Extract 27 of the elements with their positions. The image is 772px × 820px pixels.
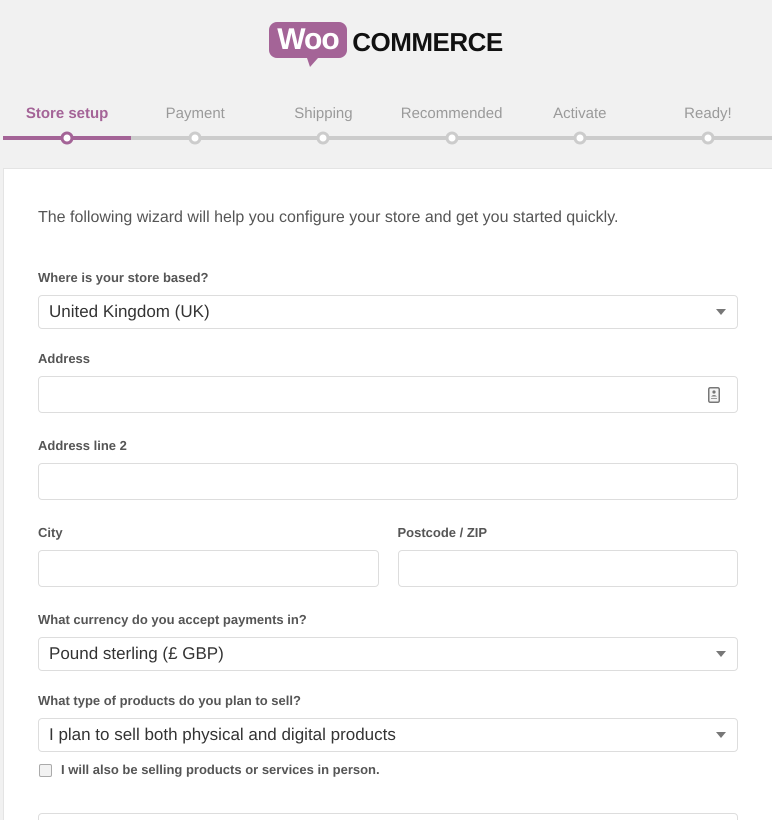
dropdown-select[interactable]: United Kingdom (UK): [38, 295, 738, 329]
field-label: What type of products do you plan to sell?: [38, 692, 301, 710]
logo-wordmark: COMMERCE: [352, 27, 503, 57]
step-label[interactable]: Payment: [166, 104, 225, 124]
step-label[interactable]: Shipping: [294, 104, 353, 124]
checkbox[interactable]: [39, 764, 52, 776]
field-label: Where is your store based?: [38, 269, 208, 287]
caret-down-icon: [716, 651, 726, 657]
input-field[interactable]: [398, 550, 738, 587]
caret-down-icon: [716, 309, 726, 315]
field-label: Address line 2: [38, 437, 127, 455]
step-label[interactable]: Ready!: [684, 104, 732, 124]
field-label: Postcode / ZIP: [398, 524, 488, 542]
dropdown-select[interactable]: Pound sterling (£ GBP): [38, 637, 738, 671]
field-label: Address: [38, 350, 90, 368]
field-label: City: [38, 524, 63, 542]
step-label[interactable]: Activate: [553, 104, 606, 124]
dropdown-select[interactable]: I plan to sell both physical and digital products: [38, 718, 738, 752]
intro-text: The following wizard will help you configure your store and get you started quickly.: [38, 208, 618, 228]
step-label[interactable]: Recommended: [400, 104, 502, 124]
caret-down-icon: [716, 732, 726, 738]
input-field[interactable]: [38, 376, 738, 413]
field-label: What currency do you accept payments in?: [38, 611, 307, 629]
checkbox-label[interactable]: I will also be selling products or services in person.: [61, 761, 380, 779]
input-field[interactable]: [38, 463, 738, 500]
step-label[interactable]: Store setup: [26, 104, 108, 124]
input-field[interactable]: [38, 550, 378, 587]
